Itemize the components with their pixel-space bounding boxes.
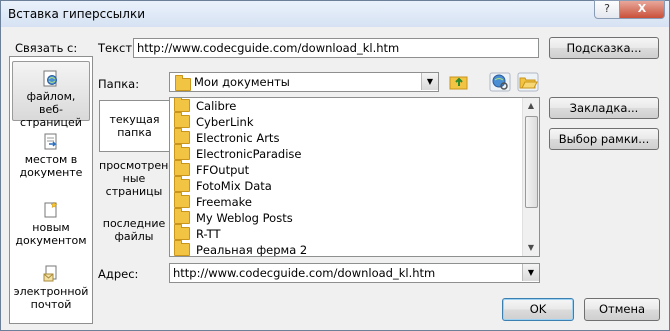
link-new-doc-label-1: новым (32, 221, 70, 234)
text-to-display-input[interactable]: http://www.codecguide.com/download_kl.ht… (133, 38, 539, 58)
browsed-pages-tab[interactable]: просмотрен- ные страницы (99, 159, 173, 201)
title-bar[interactable]: Вставка гиперссылки ? X (1, 0, 669, 27)
bookmark-button[interactable]: Закладка... (549, 97, 659, 119)
list-item[interactable]: ElectronicParadise (174, 144, 302, 162)
folder-icon (174, 128, 190, 144)
file-name: ElectronicParadise (196, 147, 302, 161)
folder-icon (174, 98, 190, 112)
folder-icon (174, 176, 190, 192)
folder-value: Мои документы (194, 75, 290, 89)
place-in-document-icon (44, 133, 57, 150)
list-item[interactable]: Реальная ферма 2 (174, 240, 308, 257)
folder-icon (174, 224, 190, 240)
list-item[interactable]: Calibre (174, 98, 236, 114)
list-item[interactable]: FFOutput (174, 160, 250, 178)
folder-icon (174, 160, 190, 176)
browse-web-icon[interactable] (489, 72, 511, 92)
file-name: Calibre (196, 99, 237, 113)
list-item[interactable]: Freemake (174, 192, 252, 210)
folder-icon (174, 112, 190, 128)
current-folder-label-1: текущая (109, 113, 160, 126)
link-place-label-2: документе (19, 166, 83, 179)
folder-icon (174, 192, 190, 208)
target-frame-button[interactable]: Выбор рамки... (549, 128, 659, 150)
chevron-down-icon[interactable]: ▼ (522, 264, 539, 281)
folder-icon (174, 240, 190, 256)
folder-icon (175, 75, 191, 91)
file-name: Electronic Arts (196, 131, 280, 145)
address-input[interactable]: http://www.codecguide.com/download_kl.ht… (169, 263, 540, 283)
folder-icon (174, 208, 190, 224)
scroll-up-icon[interactable]: ▲ (523, 98, 539, 114)
link-email-address[interactable]: электронной почтой (12, 265, 90, 315)
browsed-pages-label-2: ные (122, 172, 146, 185)
address-label: Адрес: (98, 267, 139, 281)
current-folder-tab[interactable]: текущая папка (99, 100, 169, 152)
recent-files-tab[interactable]: последние файлы (99, 217, 169, 247)
address-value: http://www.codecguide.com/download_kl.ht… (173, 266, 436, 280)
scroll-thumb[interactable] (525, 116, 538, 208)
close-button[interactable]: X (619, 0, 665, 19)
file-name: My Weblog Posts (196, 211, 293, 225)
file-name: Реальная ферма 2 (196, 243, 308, 257)
folder-label: Папка: (98, 77, 140, 91)
recent-files-label-2: файлы (114, 230, 154, 243)
link-place-in-document[interactable]: местом в документе (12, 133, 90, 183)
link-new-doc-label-2: документом (15, 234, 87, 247)
dialog-title: Вставка гиперссылки (8, 7, 145, 21)
file-name: R-TT (196, 227, 221, 241)
browsed-pages-label-3: страницы (105, 185, 163, 198)
browsed-pages-label-1: просмотрен- (99, 159, 173, 172)
list-item[interactable]: CyberLink (174, 112, 254, 130)
cancel-button[interactable]: Отмена (584, 298, 660, 321)
chevron-down-icon[interactable]: ▼ (421, 73, 438, 90)
email-icon (43, 265, 57, 282)
file-name: FotoMix Data (196, 179, 272, 193)
web-page-icon (43, 70, 57, 87)
help-button[interactable]: ? (594, 0, 620, 19)
vertical-scrollbar[interactable]: ▲ ▼ (522, 98, 539, 256)
link-email-label-1: электронной (13, 285, 89, 298)
screentip-button[interactable]: Подсказка... (549, 37, 659, 59)
text-label: Текст: (98, 41, 136, 55)
link-place-label-1: местом в (24, 153, 78, 166)
file-list[interactable]: Calibre CyberLink Electronic Arts Electr… (169, 97, 540, 257)
up-folder-icon[interactable] (448, 72, 470, 92)
folder-select[interactable]: Мои документы ▼ (169, 72, 439, 92)
hyperlink-dialog: Вставка гиперссылки ? X Связать с: файло… (0, 0, 670, 331)
file-name: Freemake (196, 195, 252, 209)
look-in-panel: текущая папка просмотрен- ные страницы п… (99, 97, 173, 257)
browse-file-icon[interactable] (517, 72, 539, 92)
link-existing-label-1: файлом, веб- (26, 90, 76, 116)
ok-button[interactable]: OK (502, 298, 574, 321)
recent-files-label-1: последние (102, 217, 166, 230)
list-item[interactable]: FotoMix Data (174, 176, 272, 194)
link-existing-label-2: страницей (20, 116, 82, 129)
new-document-icon (44, 201, 58, 218)
link-to-label: Связать с: (15, 41, 78, 55)
folder-icon (174, 144, 190, 160)
file-name: CyberLink (196, 115, 254, 129)
link-to-panel: файлом, веб- страницей местом в документ… (9, 56, 93, 324)
link-email-label-2: почтой (30, 298, 72, 311)
link-new-document[interactable]: новым документом (12, 201, 90, 251)
file-name: FFOutput (196, 163, 250, 177)
list-item[interactable]: Electronic Arts (174, 128, 280, 146)
scroll-down-icon[interactable]: ▼ (523, 240, 539, 256)
link-existing-file-or-web-page[interactable]: файлом, веб- страницей (12, 61, 90, 129)
list-item[interactable]: My Weblog Posts (174, 208, 293, 226)
current-folder-label-2: папка (117, 126, 152, 139)
